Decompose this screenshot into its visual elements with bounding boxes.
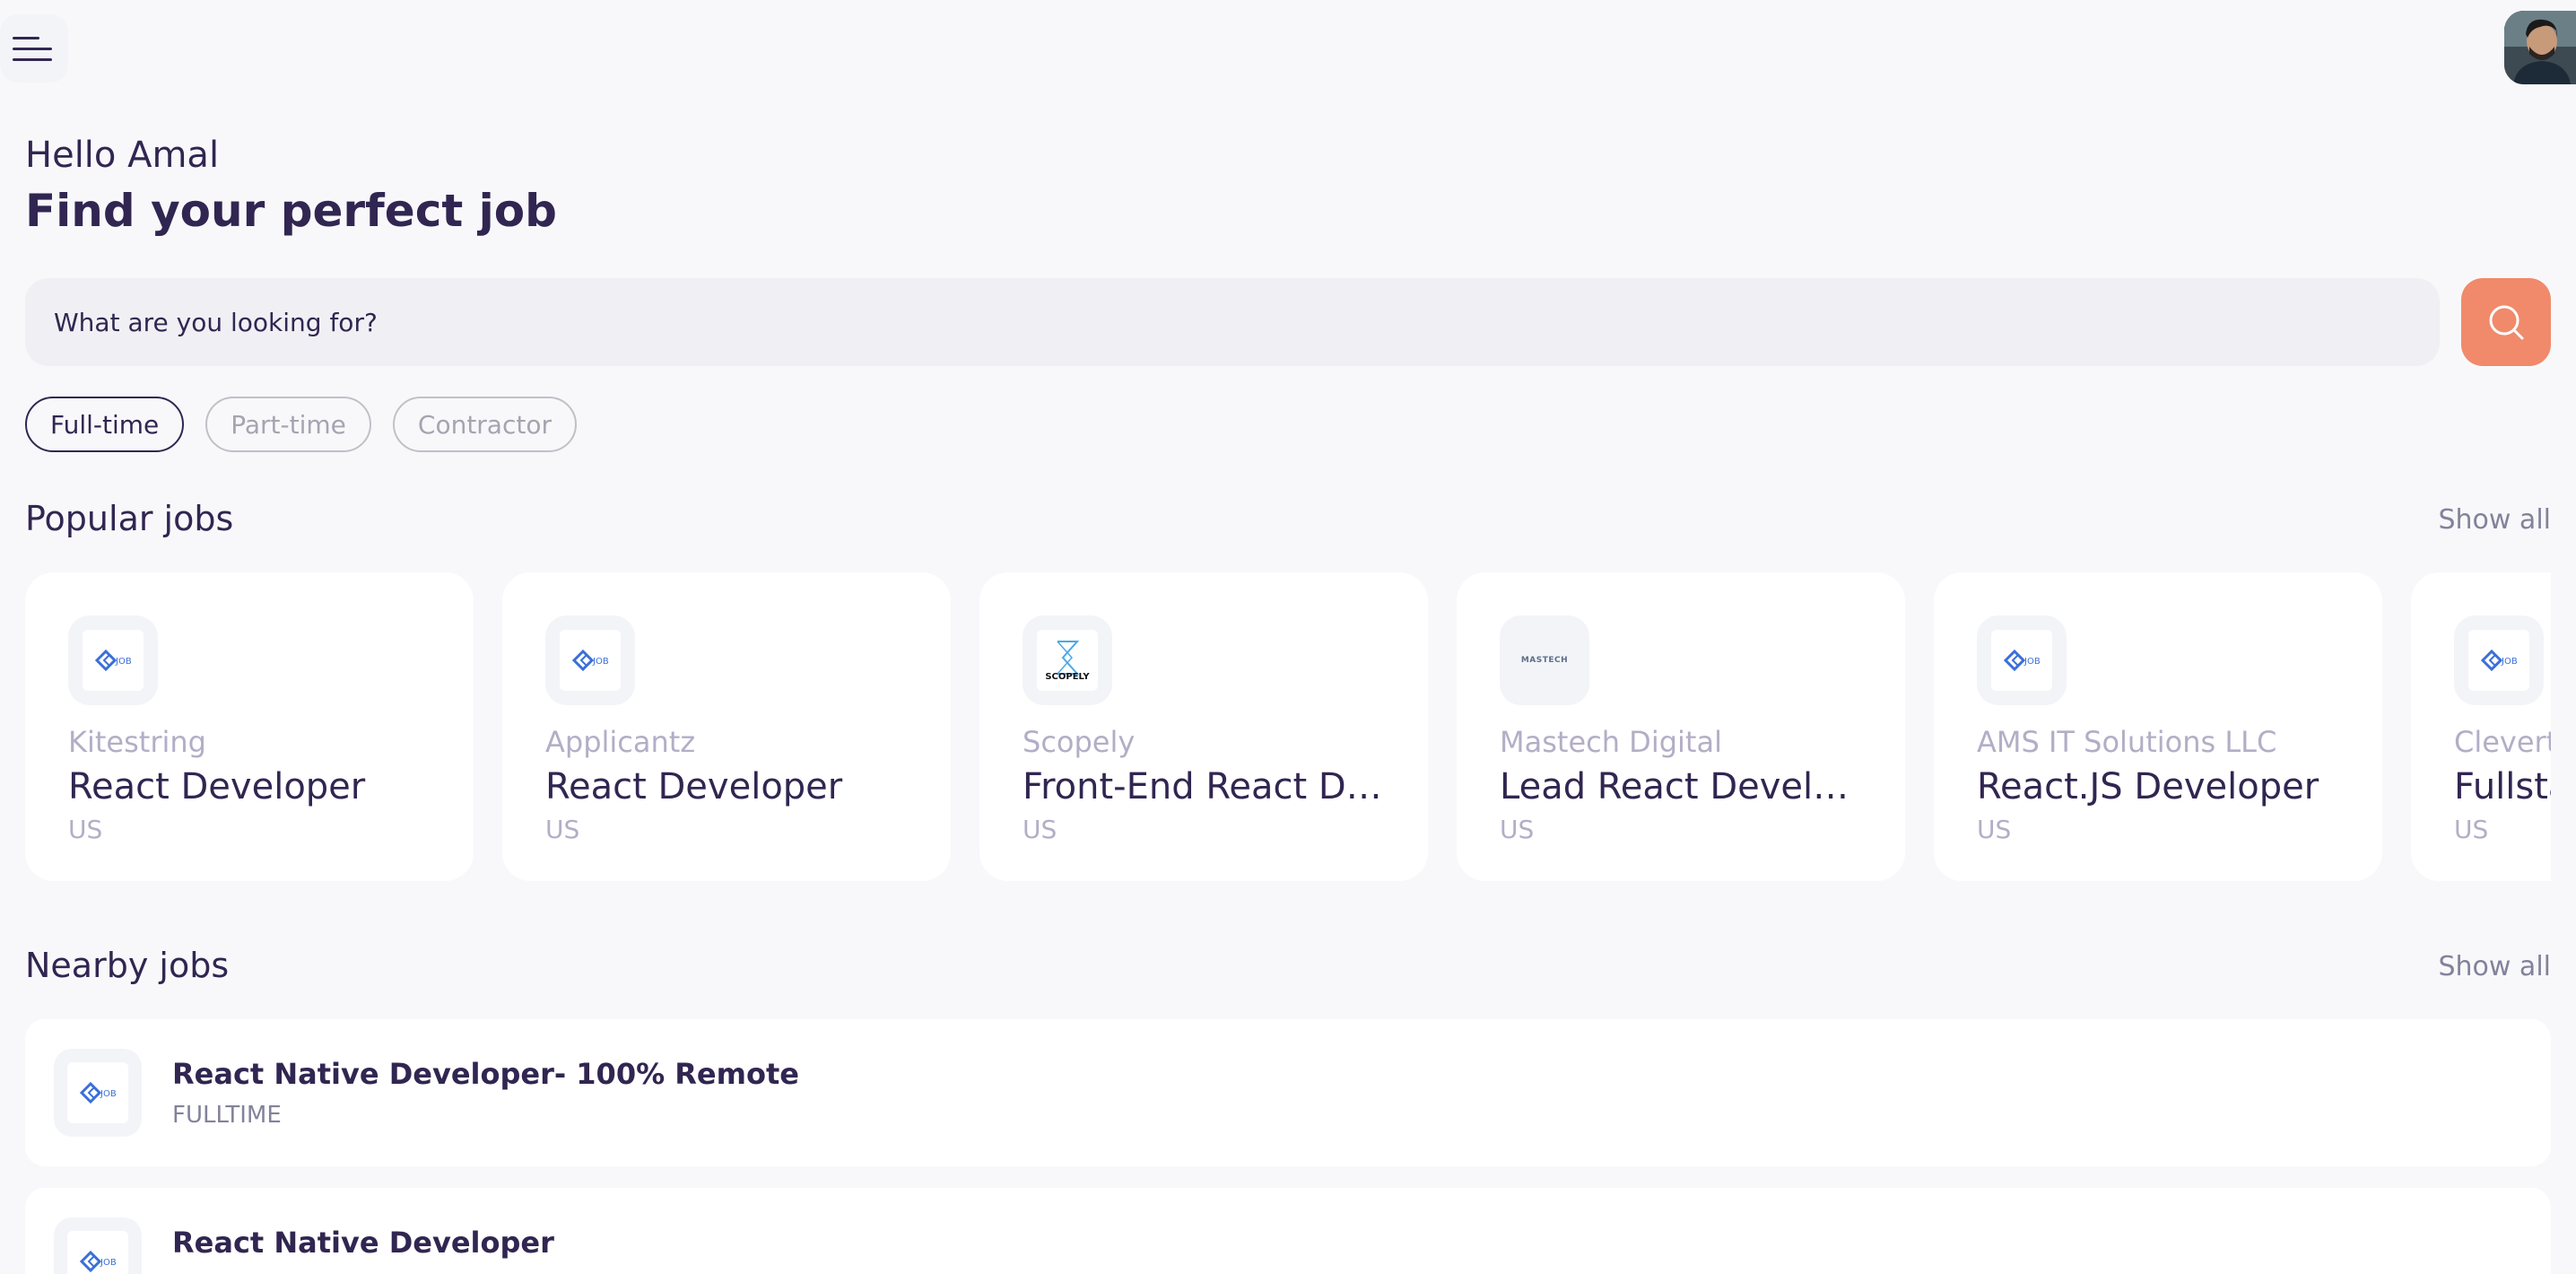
company-name: Applicantz xyxy=(545,725,696,759)
nearby-job-item[interactable]: JOB React Native Developer- 100% Remote … xyxy=(25,1019,2551,1166)
hamburger-line xyxy=(13,47,52,50)
company-logo: JOB xyxy=(54,1217,142,1274)
hamburger-menu-icon xyxy=(13,36,39,39)
svg-text:JOB: JOB xyxy=(592,657,609,667)
popular-job-card[interactable]: SCOPELY Scopely Front-End React Develope… xyxy=(979,572,1428,881)
tab-full-time[interactable]: Full-time xyxy=(25,397,185,452)
popular-job-card[interactable]: JOB Kitestring React Developer US xyxy=(25,572,474,881)
job-title: Fullstack Developer xyxy=(2454,766,2551,807)
job-location: US xyxy=(545,815,580,844)
company-logo: JOB xyxy=(545,615,635,705)
company-logo: SCOPELY xyxy=(1023,615,1112,705)
company-logo: JOB xyxy=(1977,615,2067,705)
search-button[interactable] xyxy=(2461,278,2551,366)
job-title: React Developer xyxy=(68,766,366,807)
job-title: React Developer xyxy=(545,766,843,807)
company-name: Scopely xyxy=(1023,725,1136,759)
tab-part-time[interactable]: Part-time xyxy=(205,397,371,452)
popular-job-card[interactable]: MASTECH Mastech Digital Lead React Devel… xyxy=(1457,572,1905,881)
company-name: Mastech Digital xyxy=(1500,725,1722,759)
popular-job-card[interactable]: JOB AMS IT Solutions LLC React.JS Develo… xyxy=(1934,572,2382,881)
search-input[interactable] xyxy=(54,307,2440,337)
svg-text:JOB: JOB xyxy=(115,657,132,667)
popular-job-card[interactable]: JOB Applicantz React Developer US xyxy=(502,572,951,881)
job-title: React.JS Developer xyxy=(1977,766,2319,807)
page-headline: Find your perfect job xyxy=(25,185,557,237)
job-type-tabs: Full-time Part-time Contractor xyxy=(25,397,577,452)
job-title: Lead React Developer xyxy=(1500,766,1862,807)
nearby-job-title: React Native Developer xyxy=(172,1226,554,1260)
profile-avatar[interactable] xyxy=(2504,11,2576,84)
company-logo: JOB xyxy=(2454,615,2544,705)
job-logo-icon: JOB xyxy=(571,649,609,672)
popular-show-all-link[interactable]: Show all xyxy=(2438,504,2551,536)
job-location: US xyxy=(1977,815,2012,844)
nearby-show-all-link[interactable]: Show all xyxy=(2438,951,2551,982)
user-avatar-icon xyxy=(2504,11,2576,84)
popular-jobs-carousel: JOB Kitestring React Developer US JOB Ap… xyxy=(25,572,2551,881)
search-icon xyxy=(2489,305,2524,340)
scopely-logo-text: SCOPELY xyxy=(1045,671,1090,682)
nearby-jobs-title: Nearby jobs xyxy=(25,946,230,985)
company-logo: JOB xyxy=(68,615,158,705)
popular-job-card[interactable]: JOB Clevertech Fullstack Developer US xyxy=(2411,572,2551,881)
tab-contractor[interactable]: Contractor xyxy=(392,397,577,452)
job-title: Front-End React Developer xyxy=(1023,766,1385,807)
job-location: US xyxy=(2454,815,2489,844)
nearby-job-item[interactable]: JOB React Native Developer FULLTIME xyxy=(25,1188,2551,1274)
nearby-job-type: FULLTIME xyxy=(172,1102,282,1129)
company-name: Kitestring xyxy=(68,725,206,759)
menu-button[interactable] xyxy=(0,14,68,83)
company-logo: MASTECH xyxy=(1500,615,1589,705)
mastech-logo: MASTECH xyxy=(1520,656,1569,665)
job-finder-page: Hello Amal Find your perfect job Full-ti… xyxy=(0,0,2576,1274)
scopely-logo xyxy=(1057,640,1080,675)
nearby-job-title: React Native Developer- 100% Remote xyxy=(172,1057,799,1091)
job-logo-icon: JOB xyxy=(94,649,132,672)
nearby-job-type: FULLTIME xyxy=(172,1270,554,1274)
company-name: AMS IT Solutions LLC xyxy=(1977,725,2277,759)
job-logo-icon: JOB xyxy=(79,1081,117,1104)
svg-text:JOB: JOB xyxy=(100,1258,117,1268)
job-logo-icon: JOB xyxy=(2480,649,2518,672)
svg-text:JOB: JOB xyxy=(2501,657,2518,667)
search-bar xyxy=(25,278,2440,366)
svg-text:JOB: JOB xyxy=(100,1089,117,1099)
company-name: Clevertech xyxy=(2454,725,2551,759)
job-location: US xyxy=(1023,815,1057,844)
company-logo: JOB xyxy=(54,1049,142,1137)
hamburger-line xyxy=(13,57,52,61)
job-logo-icon: JOB xyxy=(2003,649,2041,672)
svg-text:JOB: JOB xyxy=(2023,657,2041,667)
job-location: US xyxy=(68,815,103,844)
job-logo-icon: JOB xyxy=(79,1250,117,1273)
job-location: US xyxy=(1500,815,1535,844)
greeting-text: Hello Amal xyxy=(25,135,220,176)
popular-jobs-title: Popular jobs xyxy=(25,499,234,538)
